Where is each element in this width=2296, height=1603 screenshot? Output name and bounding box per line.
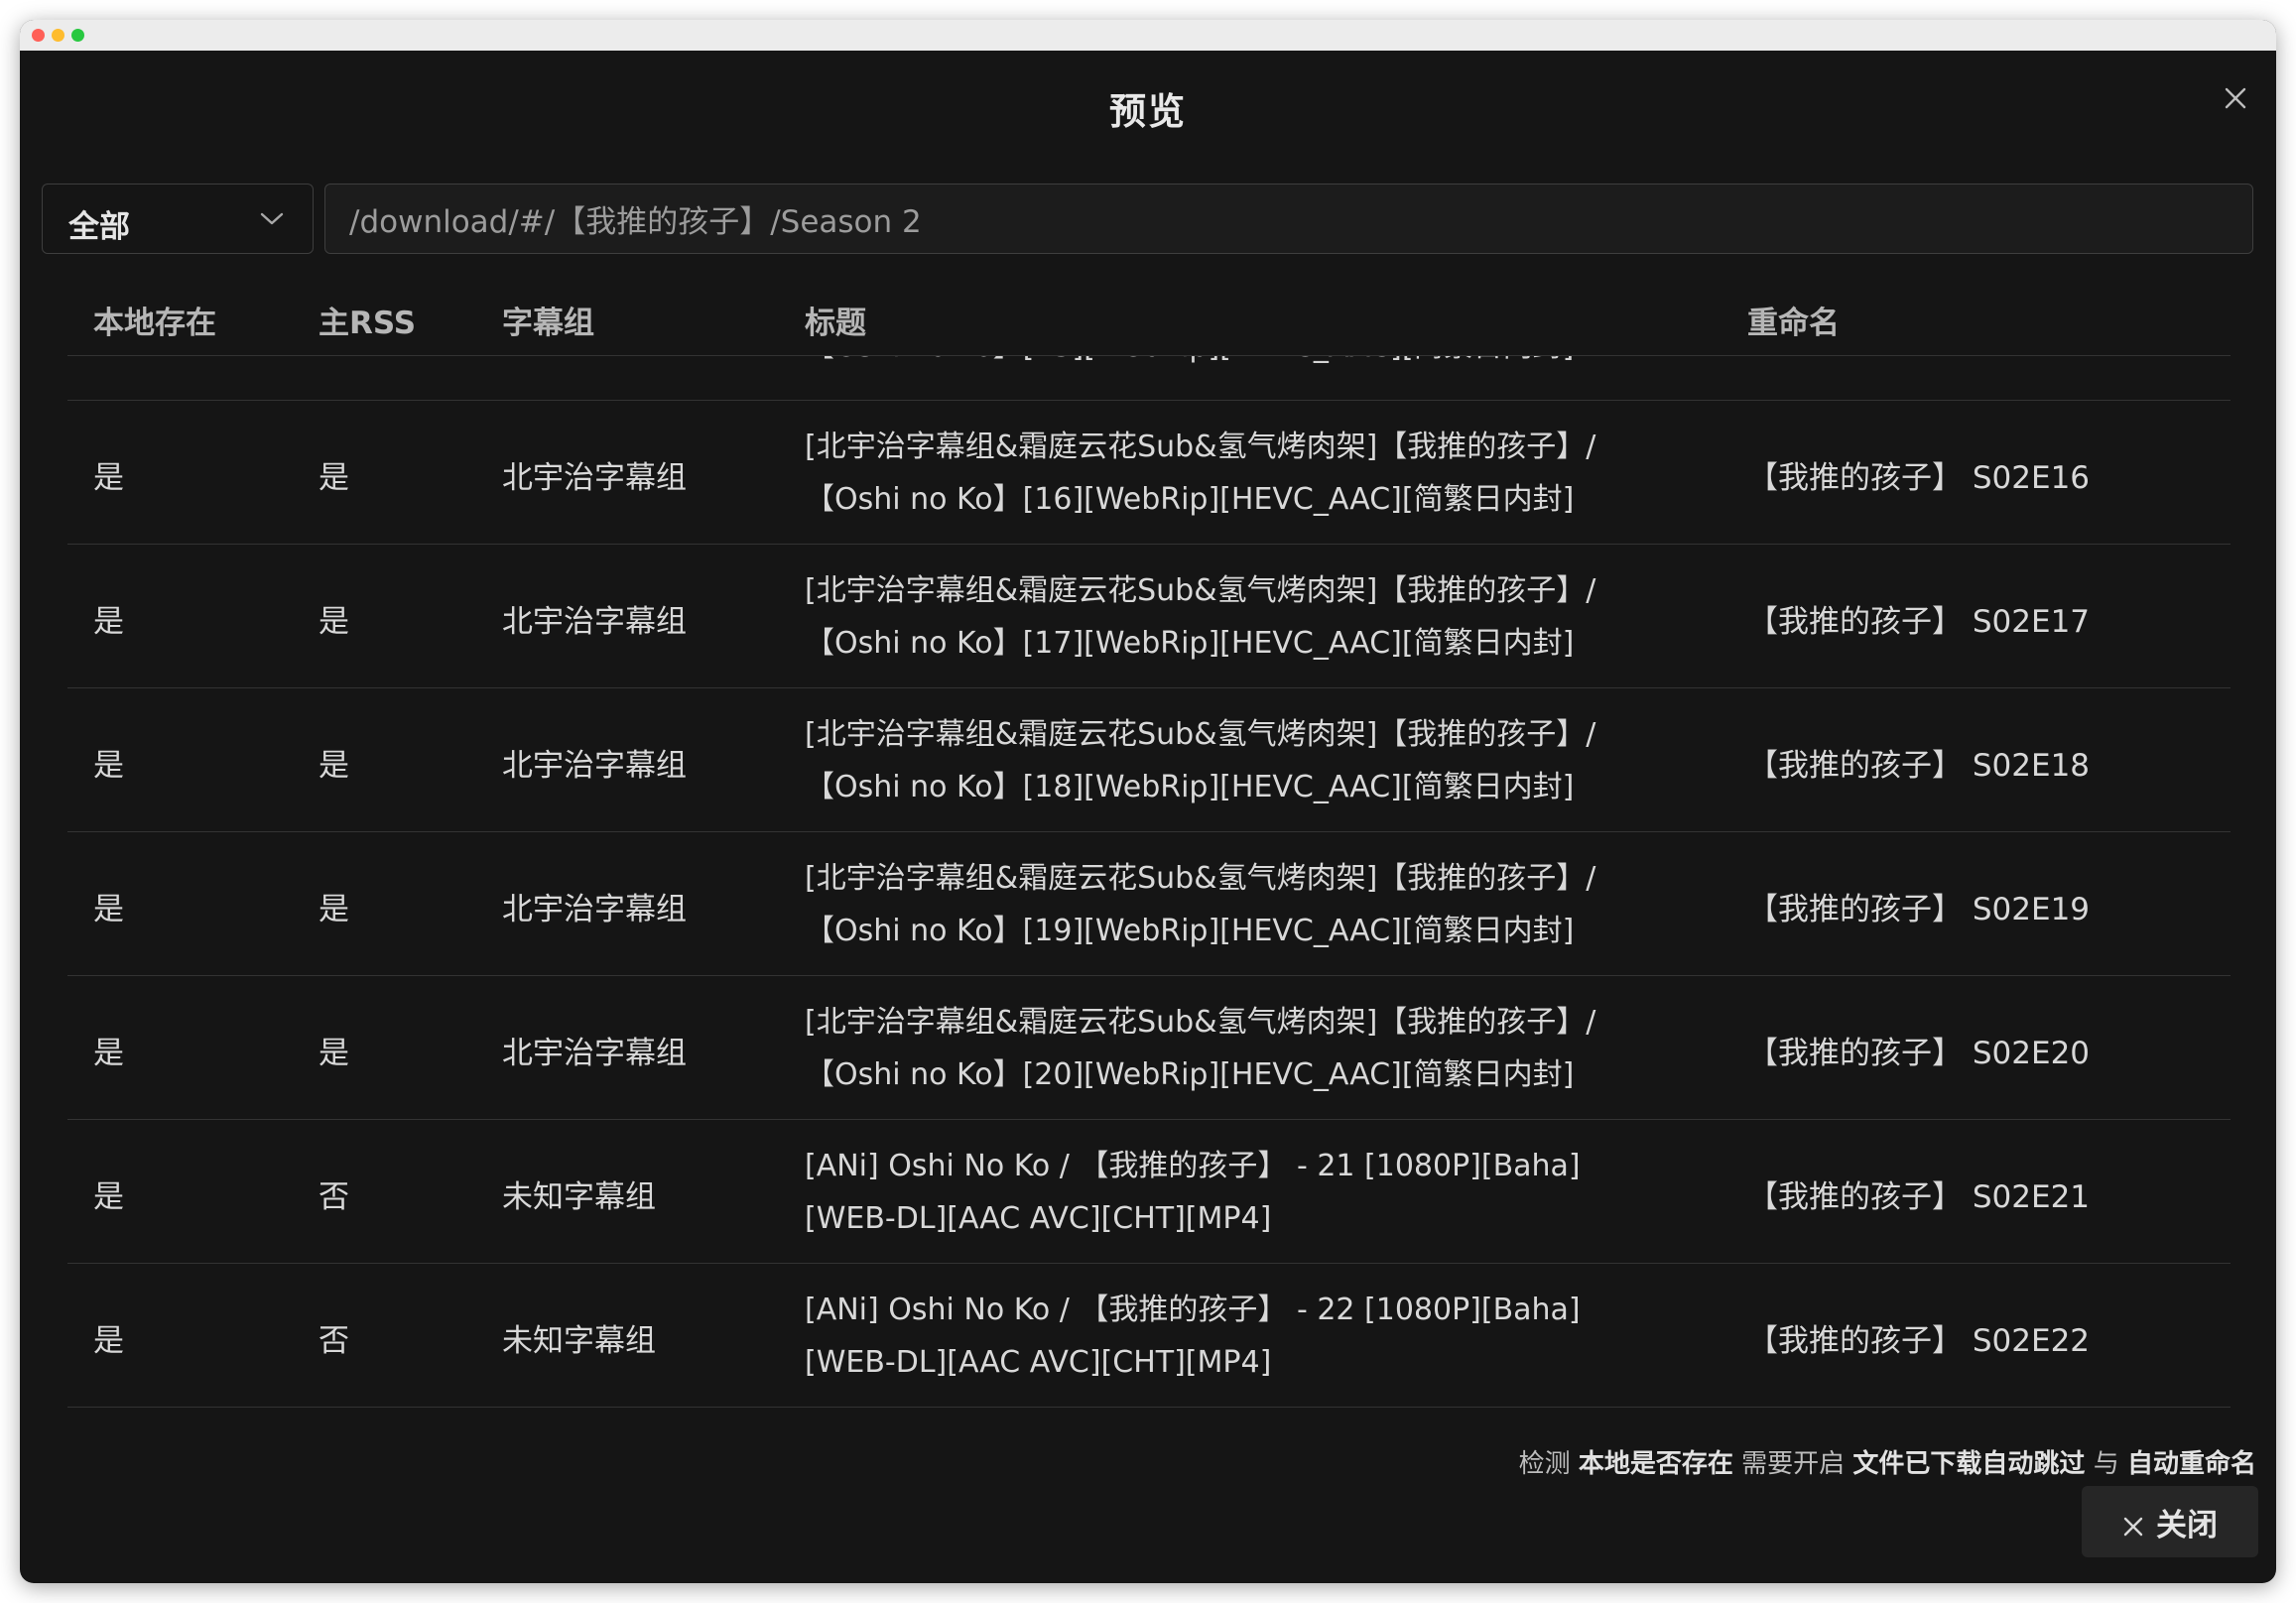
footer-note-auto-rename: 自动重命名 — [2126, 1449, 2256, 1479]
table-row: 是 是 北宇治字幕组 [北宇治字幕组&霜庭云花Sub&氢气烤肉架]【我推的孩子】… — [67, 401, 2231, 545]
row-local-exists: 是 — [93, 1179, 124, 1215]
table-body[interactable]: 【Oshi no Ko】[15][WebRip][HEVC_AAC][简繁日内封… — [67, 356, 2231, 1430]
table-row-partial: 【Oshi no Ko】[15][WebRip][HEVC_AAC][简繁日内封… — [67, 356, 2231, 401]
path-input[interactable] — [324, 184, 2253, 254]
close-button-label: 关闭 — [2156, 1507, 2218, 1543]
row-local-exists: 是 — [93, 892, 124, 927]
row-local-exists: 是 — [93, 460, 124, 496]
row-title-line1: [ANi] Oshi No Ko / 【我推的孩子】 - 21 [1080P][… — [805, 1149, 1581, 1183]
row-subtitle-group: 未知字幕组 — [502, 1323, 656, 1359]
footer-note-prefix: 检测 — [1518, 1449, 1571, 1479]
row-main-rss: 否 — [319, 1179, 349, 1215]
header-subtitle-group: 字幕组 — [502, 306, 594, 341]
footer-note: 检测 本地是否存在 需要开启 文件已下载自动跳过 与 自动重命名 — [1519, 1443, 2256, 1480]
row-title: [ANi] Oshi No Ko / 【我推的孩子】 - 21 [1080P][… — [805, 1140, 1698, 1245]
table-row: 是 否 未知字幕组 [ANi] Oshi No Ko / 【我推的孩子】 - 2… — [67, 1264, 2231, 1408]
row-subtitle-group: 未知字幕组 — [502, 1179, 656, 1215]
row-title-line1: [北宇治字幕组&霜庭云花Sub&氢气烤肉架]【我推的孩子】/ — [805, 573, 1596, 608]
window-zoom-button[interactable] — [71, 29, 84, 42]
chevron-down-icon — [259, 208, 285, 228]
row-title-line2: 【Oshi no Ko】[16][WebRip][HEVC_AAC][简繁日内封… — [805, 482, 1575, 517]
close-button[interactable]: 关闭 — [2082, 1486, 2258, 1557]
row-rename: 【我推的孩子】 S02E16 — [1747, 460, 2091, 496]
row-local-exists: 是 — [93, 748, 124, 784]
footer-note-and: 与 — [2093, 1449, 2119, 1479]
row-local-exists: 是 — [93, 1323, 124, 1359]
row-main-rss: 是 — [319, 748, 349, 784]
row-title: [北宇治字幕组&霜庭云花Sub&氢气烤肉架]【我推的孩子】/ 【Oshi no … — [805, 852, 1698, 957]
header-title: 标题 — [805, 306, 866, 341]
row-rename: 【我推的孩子】 S02E22 — [1747, 1323, 2091, 1359]
header-local-exists: 本地存在 — [93, 306, 216, 341]
table-header: 本地存在 主RSS 字幕组 标题 重命名 — [67, 276, 2231, 356]
row-main-rss: 是 — [319, 604, 349, 640]
row-title-line1: [北宇治字幕组&霜庭云花Sub&氢气烤肉架]【我推的孩子】/ — [805, 717, 1596, 752]
row-main-rss: 是 — [319, 460, 349, 496]
row-title-line2: 【Oshi no Ko】[20][WebRip][HEVC_AAC][简繁日内封… — [805, 1057, 1575, 1092]
table-row: 是 否 未知字幕组 [ANi] Oshi No Ko / 【我推的孩子】 - 2… — [67, 1120, 2231, 1264]
row-main-rss: 是 — [319, 1036, 349, 1071]
row-title-line2: [WEB-DL][AAC AVC][CHT][MP4] — [805, 1201, 1272, 1236]
filter-select[interactable]: 全部 — [42, 184, 314, 254]
row-local-exists: 是 — [93, 1036, 124, 1071]
row-title-partial: 【Oshi no Ko】[15][WebRip][HEVC_AAC][简繁日内封… — [805, 356, 1574, 365]
row-rename: 【我推的孩子】 S02E21 — [1747, 1179, 2091, 1215]
row-title: [北宇治字幕组&霜庭云花Sub&氢气烤肉架]【我推的孩子】/ 【Oshi no … — [805, 421, 1698, 526]
row-main-rss: 是 — [319, 892, 349, 927]
dialog-title: 预览 — [1109, 90, 1187, 133]
window-close-button[interactable] — [32, 29, 45, 42]
row-title-line1: [北宇治字幕组&霜庭云花Sub&氢气烤肉架]【我推的孩子】/ — [805, 861, 1596, 896]
row-main-rss: 否 — [319, 1323, 349, 1359]
row-title-line2: 【Oshi no Ko】[17][WebRip][HEVC_AAC][简繁日内封… — [805, 626, 1575, 661]
header-main-rss: 主RSS — [319, 306, 417, 341]
row-title-line2: 【Oshi no Ko】[18][WebRip][HEVC_AAC][简繁日内封… — [805, 770, 1575, 804]
window-titlebar — [20, 20, 2276, 51]
table-rows: 是 是 北宇治字幕组 [北宇治字幕组&霜庭云花Sub&氢气烤肉架]【我推的孩子】… — [67, 401, 2231, 1408]
row-rename: 【我推的孩子】 S02E18 — [1747, 748, 2091, 784]
close-icon[interactable] — [2217, 79, 2254, 117]
row-subtitle-group: 北宇治字幕组 — [502, 748, 687, 784]
window-minimize-button[interactable] — [52, 29, 64, 42]
row-subtitle-group: 北宇治字幕组 — [502, 604, 687, 640]
row-title-line1: [ANi] Oshi No Ko / 【我推的孩子】 - 22 [1080P][… — [805, 1293, 1581, 1327]
row-rename: 【我推的孩子】 S02E20 — [1747, 1036, 2091, 1071]
table-row: 是 是 北宇治字幕组 [北宇治字幕组&霜庭云花Sub&氢气烤肉架]【我推的孩子】… — [67, 832, 2231, 976]
app-window: 预览 全部 本地存在 主RSS 字幕组 标题 重命名 【Oshi no Ko】[… — [20, 20, 2276, 1583]
row-title-line1: [北宇治字幕组&霜庭云花Sub&氢气烤肉架]【我推的孩子】/ — [805, 1005, 1596, 1040]
footer-note-mid: 需要开启 — [1741, 1449, 1846, 1479]
row-rename: 【我推的孩子】 S02E17 — [1747, 604, 2091, 640]
row-title-line2: 【Oshi no Ko】[19][WebRip][HEVC_AAC][简繁日内封… — [805, 914, 1575, 948]
close-icon — [2122, 1510, 2144, 1536]
row-title: [北宇治字幕组&霜庭云花Sub&氢气烤肉架]【我推的孩子】/ 【Oshi no … — [805, 564, 1698, 670]
row-title: [北宇治字幕组&霜庭云花Sub&氢气烤肉架]【我推的孩子】/ 【Oshi no … — [805, 708, 1698, 813]
row-subtitle-group: 北宇治字幕组 — [502, 892, 687, 927]
row-title-line2: [WEB-DL][AAC AVC][CHT][MP4] — [805, 1345, 1272, 1380]
filter-selected-value: 全部 — [68, 209, 130, 245]
footer-note-local-exists: 本地是否存在 — [1578, 1449, 1733, 1479]
row-title: [北宇治字幕组&霜庭云花Sub&氢气烤肉架]【我推的孩子】/ 【Oshi no … — [805, 996, 1698, 1101]
row-local-exists: 是 — [93, 604, 124, 640]
row-subtitle-group: 北宇治字幕组 — [502, 1036, 687, 1071]
row-rename: 【我推的孩子】 S02E19 — [1747, 892, 2091, 927]
row-title: [ANi] Oshi No Ko / 【我推的孩子】 - 22 [1080P][… — [805, 1284, 1698, 1389]
header-rename: 重命名 — [1747, 306, 1840, 341]
footer-note-auto-skip: 文件已下载自动跳过 — [1852, 1449, 2086, 1479]
table-row: 是 是 北宇治字幕组 [北宇治字幕组&霜庭云花Sub&氢气烤肉架]【我推的孩子】… — [67, 545, 2231, 688]
row-subtitle-group: 北宇治字幕组 — [502, 460, 687, 496]
row-title-line1: [北宇治字幕组&霜庭云花Sub&氢气烤肉架]【我推的孩子】/ — [805, 430, 1596, 464]
table-row: 是 是 北宇治字幕组 [北宇治字幕组&霜庭云花Sub&氢气烤肉架]【我推的孩子】… — [67, 688, 2231, 832]
table-row: 是 是 北宇治字幕组 [北宇治字幕组&霜庭云花Sub&氢气烤肉架]【我推的孩子】… — [67, 976, 2231, 1120]
